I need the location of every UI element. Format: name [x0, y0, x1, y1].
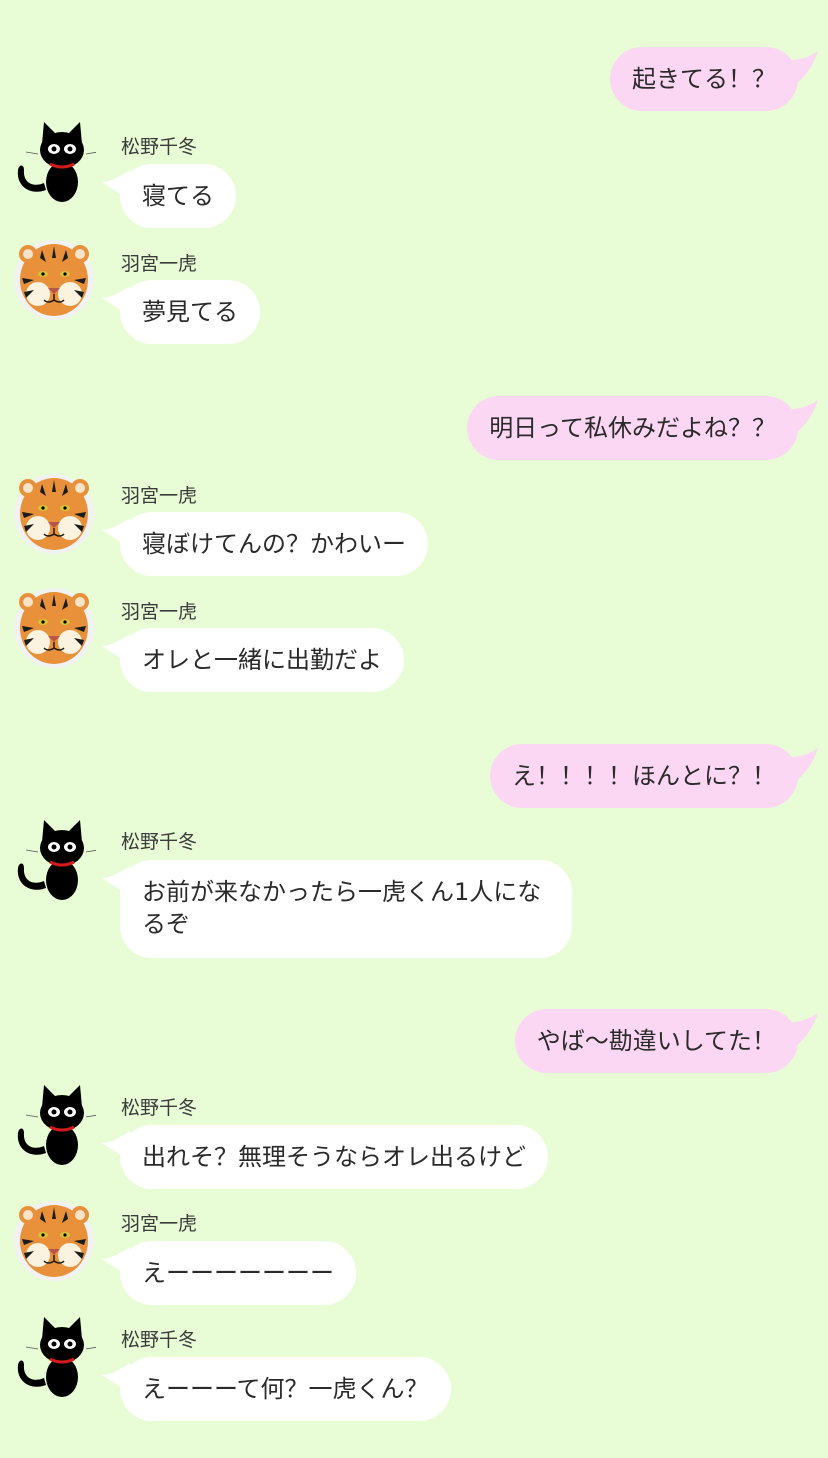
bubble-tail: [780, 400, 818, 440]
message-text: 出れそ？無理そうならオレ出るけど: [142, 1143, 526, 1171]
avatar-cat[interactable]: [12, 1083, 96, 1167]
message-text: えーーーて何？一虎くん？: [142, 1375, 429, 1403]
incoming-bubble[interactable]: 夢見てる: [120, 280, 260, 344]
avatar-tiger[interactable]: [12, 1199, 96, 1283]
message-text: 寝ぼけてんの？かわいー: [142, 530, 406, 558]
incoming-bubble[interactable]: えーーーーーーー: [120, 1241, 356, 1305]
tiger-icon: [12, 1199, 96, 1283]
message-text: 起きてる！？: [632, 65, 776, 93]
bubble-tail: [780, 748, 818, 788]
sender-name: 羽宮一虎: [121, 1213, 198, 1235]
black-cat-icon: [12, 1083, 96, 1167]
black-cat-icon: [12, 1315, 96, 1399]
outgoing-bubble[interactable]: やば〜勘違いしてた！: [514, 1009, 798, 1073]
sender-name: 羽宮一虎: [121, 253, 198, 275]
black-cat-icon: [12, 818, 96, 902]
message-text: えーーーーーーー: [142, 1259, 334, 1287]
avatar-cat[interactable]: [12, 818, 96, 902]
message-text: やば〜勘違いしてた！: [536, 1027, 776, 1055]
tiger-icon: [12, 586, 96, 670]
message-text: 明日って私休みだよね？？: [489, 414, 776, 442]
avatar-tiger[interactable]: [12, 472, 96, 556]
incoming-bubble[interactable]: 寝てる: [120, 164, 236, 228]
message-text: お前が来なかったら一虎くん1人になるぞ: [142, 878, 542, 938]
incoming-bubble[interactable]: 寝ぼけてんの？かわいー: [120, 512, 428, 576]
incoming-bubble[interactable]: オレと一緒に出勤だよ: [120, 628, 404, 692]
avatar-cat[interactable]: [12, 120, 96, 204]
sender-name: 羽宮一虎: [121, 485, 198, 507]
bubble-tail: [780, 1013, 818, 1053]
sender-name: 羽宮一虎: [121, 601, 198, 623]
sender-name: 松野千冬: [121, 136, 198, 158]
incoming-bubble[interactable]: えーーーて何？一虎くん？: [120, 1357, 451, 1421]
black-cat-icon: [12, 120, 96, 204]
outgoing-bubble[interactable]: え！！！！ほんとに？！: [490, 744, 798, 808]
message-text: オレと一緒に出勤だよ: [142, 646, 382, 674]
incoming-bubble[interactable]: 出れそ？無理そうならオレ出るけど: [120, 1125, 548, 1189]
outgoing-bubble[interactable]: 起きてる！？: [610, 47, 798, 111]
bubble-tail: [780, 51, 818, 91]
tiger-icon: [12, 238, 96, 322]
message-text: え！！！！ほんとに？！: [512, 762, 776, 790]
sender-name: 松野千冬: [121, 1329, 198, 1351]
avatar-cat[interactable]: [12, 1315, 96, 1399]
outgoing-bubble[interactable]: 明日って私休みだよね？？: [467, 396, 798, 460]
tiger-icon: [12, 472, 96, 556]
avatar-tiger[interactable]: [12, 238, 96, 322]
message-text: 夢見てる: [142, 298, 238, 326]
incoming-bubble[interactable]: お前が来なかったら一虎くん1人になるぞ: [120, 860, 572, 958]
sender-name: 松野千冬: [121, 831, 198, 853]
sender-name: 松野千冬: [121, 1097, 198, 1119]
chat-thread[interactable]: 起きてる！？ 松野千冬 寝てる 羽宮一虎 夢見てる 明日って私休みだよね？？ 羽…: [0, 0, 828, 1458]
avatar-tiger[interactable]: [12, 586, 96, 670]
message-text: 寝てる: [142, 182, 214, 210]
